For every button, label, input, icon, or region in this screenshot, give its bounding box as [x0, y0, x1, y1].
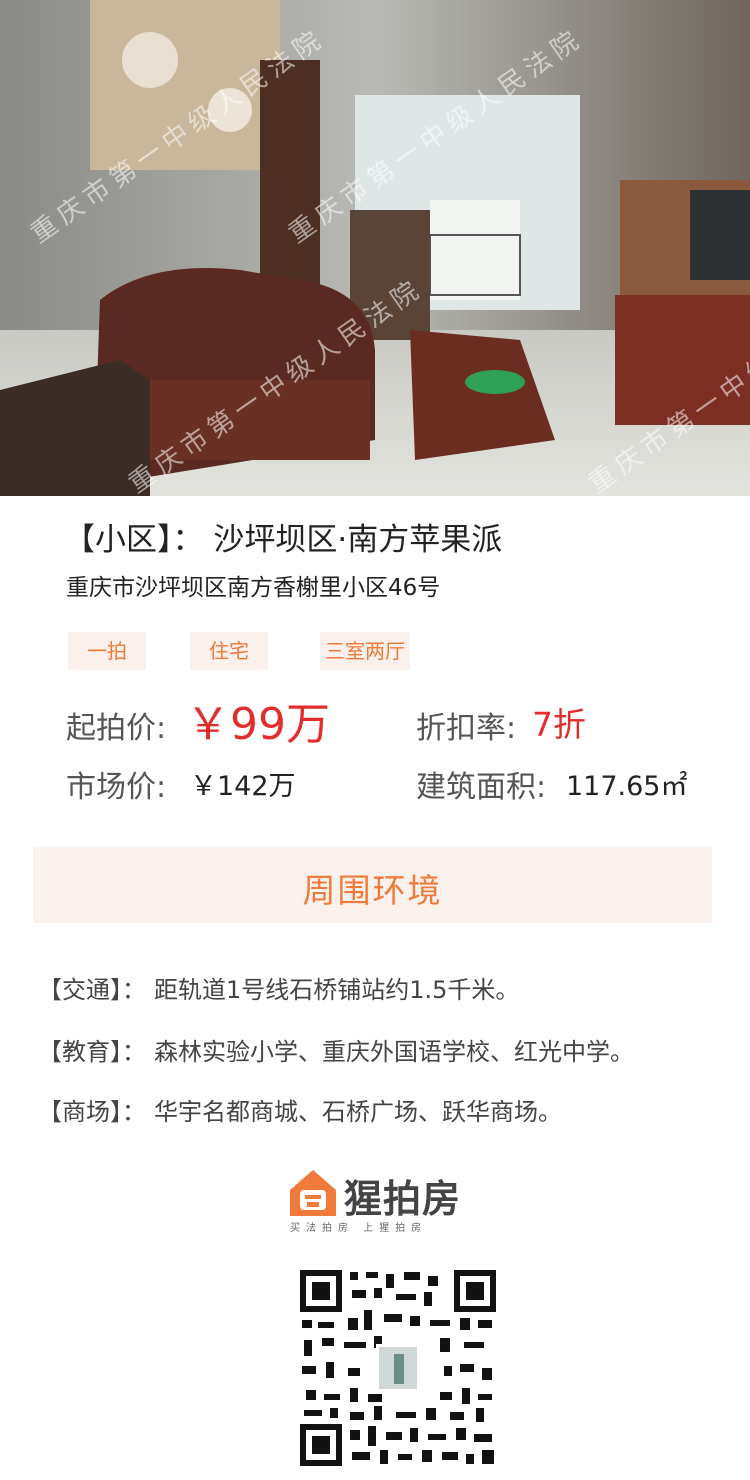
environment-section-header: 周围环境 — [33, 847, 712, 923]
shopping-text: 华宇名都商城、石桥广场、跃华商场。 — [154, 1098, 562, 1126]
market-price-value: ￥142万 — [190, 771, 296, 802]
discount-value: 7折 — [532, 705, 586, 744]
qr-code[interactable] — [300, 1270, 496, 1466]
education-label: 【教育】： — [38, 1038, 146, 1066]
start-price-label: 起拍价: — [66, 711, 167, 746]
shopping-label: 【商场】： — [38, 1098, 146, 1126]
tag-layout: 三室两厅 — [320, 632, 410, 670]
property-photo[interactable]: 重庆市第一中级人民法院 重庆市第一中级人民法院 重庆市第一中级人民法院 重庆市第… — [0, 0, 750, 496]
area-label: 建筑面积: — [416, 770, 547, 805]
environment-row-transport: 【交通】： 距轨道1号线石桥铺站约1.5千米。 — [38, 970, 519, 1005]
brand-slogan: 买法拍房 上猩拍房 — [290, 1223, 428, 1234]
brand-logo[interactable]: 猩拍房 买法拍房 上猩拍房 — [288, 1166, 468, 1236]
environment-title: 周围环境 — [302, 871, 443, 910]
transport-text: 距轨道1号线石桥铺站约1.5千米。 — [154, 976, 520, 1004]
tag-property-type: 住宅 — [190, 632, 268, 670]
tag-auction-round: 一拍 — [68, 632, 146, 670]
brand-name: 猩拍房 — [344, 1177, 462, 1221]
education-text: 森林实验小学、重庆外国语学校、红光中学。 — [154, 1038, 634, 1066]
listing-address: 重庆市沙坪坝区南方香榭里小区46号 — [66, 575, 441, 601]
property-photo-image — [0, 0, 750, 496]
qr-code-image — [300, 1270, 496, 1466]
transport-label: 【交通】： — [38, 976, 146, 1004]
area-value: 117.65㎡ — [566, 771, 688, 802]
environment-row-shopping: 【商场】： 华宇名都商城、石桥广场、跃华商场。 — [38, 1092, 562, 1127]
discount-label: 折扣率: — [416, 711, 517, 746]
market-price-label: 市场价: — [66, 770, 167, 805]
listing-title: 【小区】： 沙坪坝区·南方苹果派 — [64, 522, 503, 558]
environment-row-education: 【教育】： 森林实验小学、重庆外国语学校、红光中学。 — [38, 1032, 634, 1067]
start-price-value: ￥99万 — [186, 699, 330, 750]
house-logo-icon — [290, 1170, 336, 1216]
